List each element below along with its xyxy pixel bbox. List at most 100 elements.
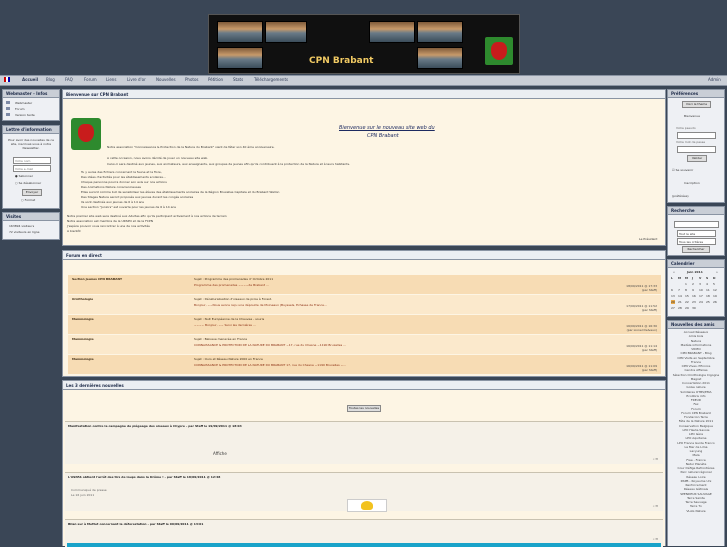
calendar-day[interactable]: 30 [692,306,696,310]
forum-row[interactable]: Section Jeunes CPN BRABANT Sujet : Progr… [68,275,661,294]
send-button[interactable]: Envoyer [22,189,42,196]
panel-header: Visites [3,213,59,221]
signup-link[interactable]: Inscription [684,181,700,185]
theme-button[interactable]: Voici le theme [682,101,711,108]
nav-photos[interactable]: Photos [185,77,199,82]
header-banner: CPN Brabant [208,14,520,74]
all-news-button[interactable]: Toutes les nouvelles [347,405,381,412]
forum-date: 17/09/2011 @ 11:52 (par Staff) [626,304,657,312]
nav-faq[interactable]: FAQ [65,77,73,82]
calendar-day[interactable]: 23 [692,300,696,304]
cpn-logo-icon [485,37,513,65]
calendar-day[interactable]: 15 [685,294,689,298]
text-version-link[interactable]: Version texte [15,113,35,117]
welcome-headline[interactable]: Bienvenue sur le nouveau site web du [339,125,435,131]
calendar-day[interactable]: 13 [671,294,675,298]
calendar-day[interactable]: 27 [671,306,675,310]
forum-row[interactable]: Mammologie Sujet : Ours et Réseau Nature… [68,355,661,374]
pseudo-input[interactable] [677,132,716,139]
calendar-day[interactable]: 25 [706,300,710,304]
forum-subject[interactable]: Sujet : Programme des promenades d' Octo… [194,277,273,281]
panel-title: Préférences [671,91,699,96]
forum-date: 18/09/2011 @ 17:33 (par Staff) [626,284,657,292]
forum-category[interactable]: Mammologie [72,337,94,341]
nav-liens[interactable]: Liens [106,77,116,82]
flag-icon[interactable] [4,77,10,82]
favorites-link[interactable]: (préférées) [672,194,689,198]
nav-telechargements[interactable]: Téléchargements [254,77,288,82]
forum-category[interactable]: Mammologie [72,357,94,361]
calendar-day[interactable]: 26 [713,300,717,304]
prev-month-icon[interactable]: « [673,270,675,274]
login-button[interactable]: Valider [687,155,707,162]
nav-petition[interactable]: Pétition [208,77,223,82]
calendar-day[interactable]: 22 [685,300,689,304]
scope-select[interactable]: Tout le site [677,230,716,237]
nav-livre-dor[interactable]: Livre d'or [127,77,146,82]
friend-link[interactable]: VLAG Nature [668,509,724,513]
forum-subject[interactable]: Sujet : Ours et Réseau Nature 2000 en Fr… [194,357,263,361]
news-actions-icon[interactable]: ⌕ ✉ [653,457,658,461]
calendar-day[interactable]: 6 [671,288,673,292]
forum-row[interactable]: Mammologie Sujet : Nuit Européenne de la… [68,315,661,334]
search-input[interactable] [674,221,719,228]
news-title[interactable]: L'ASPAS obtient l'arrêt des tirs de loup… [68,475,220,479]
forum-category[interactable]: Mammologie [72,317,94,321]
email-input[interactable]: Votre e-mail [13,165,51,172]
calendar-day[interactable]: 16 [692,294,696,298]
calendar-day[interactable]: 29 [685,306,689,310]
nav-stats[interactable]: Stats [233,77,243,82]
forum-row[interactable]: Mammologie Sujet : Balvaue menacée en Fr… [68,335,661,354]
calendar-day[interactable]: 5 [713,282,715,286]
calendar-day[interactable]: 11 [706,288,710,292]
forum-category[interactable]: Section Jeunes CPN BRABANT [72,277,122,281]
nav-blog[interactable]: Blog [46,77,55,82]
forum-link[interactable]: Forum [15,107,25,111]
criteria-select[interactable]: Tous les critères [677,238,716,245]
forum-category[interactable]: Ornithologie [72,297,93,301]
weekday-label: V [699,276,702,280]
subscribe-radio[interactable]: ● Sabonner [15,174,33,178]
search-button[interactable]: Rechercher [682,246,710,253]
forum-subject[interactable]: Sujet : Balvaue menacée en France [194,337,247,341]
calendar-day[interactable]: 21 [678,300,682,304]
calendar-day[interactable]: 2 [692,282,694,286]
nav-accueil[interactable]: Accueil [22,77,38,82]
calendar-day[interactable]: 19 [713,294,717,298]
calendar-day[interactable]: 14 [678,294,682,298]
webmaster-link[interactable]: Webmaster [15,101,32,105]
forum-subject[interactable]: Sujet : Dénaturalisation d'oiseaux de pr… [194,297,272,301]
news-actions-icon[interactable]: ⌕ ✉ [653,504,658,508]
calendar-day[interactable]: 20 [671,300,675,304]
forum-row[interactable]: Ornithologie Sujet : Dénaturalisation d'… [68,295,661,314]
calendar-day[interactable]: 12 [713,288,717,292]
nav-forum[interactable]: Forum [84,77,97,82]
format-option[interactable]: ○ Format [21,198,35,202]
name-input[interactable]: Votre nom [13,157,51,164]
calendar-day[interactable]: 7 [678,288,680,292]
calendar-day[interactable]: 3 [699,282,701,286]
text-icon [6,113,10,116]
news-actions-icon[interactable]: ⌕ ✉ [653,537,658,541]
calendar-day[interactable]: 18 [706,294,710,298]
calendar-day[interactable]: 17 [699,294,703,298]
calendar-day[interactable]: 8 [685,288,687,292]
next-month-icon[interactable]: » [716,270,718,274]
news-title[interactable]: Bilan sur à Mettet concernant la défores… [68,522,203,526]
format-label: Format [24,198,36,202]
calendar-day[interactable]: 1 [685,282,687,286]
remember-checkbox[interactable]: ☑ Se souvenir [672,168,693,172]
news-title[interactable]: Manifestation contre la campagne de piég… [68,424,242,428]
calendar-day[interactable]: 4 [706,282,708,286]
password-input[interactable] [677,146,716,153]
forum-subject[interactable]: Sujet : Nuit Européenne de la Chauvee - … [194,317,264,321]
calendar-day[interactable]: 9 [692,288,694,292]
unsubscribe-radio[interactable]: ○ Se désabonner [15,181,41,185]
forum-excerpt: ~~~~ Bonjour, ~~ Suivi les dernières ... [194,323,256,327]
nav-admin[interactable]: Admin [708,77,721,82]
calendar-day[interactable]: 28 [678,306,682,310]
calendar-day[interactable]: 10 [699,288,703,292]
calendar-day[interactable]: 24 [699,300,703,304]
name-placeholder: Votre nom [15,159,31,163]
nav-nouvelles[interactable]: Nouvelles [156,77,176,82]
